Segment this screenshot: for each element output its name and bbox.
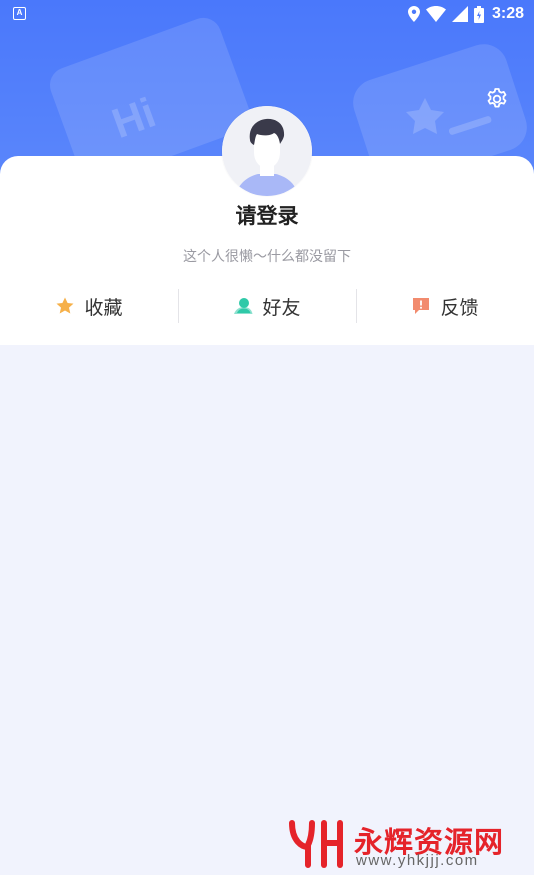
- favorites-button[interactable]: 收藏: [0, 287, 178, 325]
- app-notification-icon: A: [13, 7, 26, 20]
- signal-icon: [451, 6, 468, 22]
- friends-label: 好友: [262, 296, 301, 319]
- watermark-logo-icon: [289, 820, 343, 868]
- watermark-url: www.yhkjjj.com: [356, 852, 479, 869]
- avatar[interactable]: [222, 106, 312, 196]
- login-prompt[interactable]: 请登录: [0, 200, 534, 230]
- friends-button[interactable]: 好友: [178, 287, 356, 325]
- status-time: 3:28: [491, 5, 524, 22]
- favorites-label: 收藏: [84, 296, 123, 319]
- user-signature: 这个人很懒〜什么都没留下: [183, 249, 351, 265]
- feedback-button[interactable]: 反馈: [356, 287, 534, 325]
- watermark: 永辉资源网 www.yhkjjj.com: [286, 815, 516, 873]
- default-avatar-icon: [222, 106, 312, 196]
- star-icon: [56, 297, 74, 314]
- action-bar: 收藏 好友 反馈: [0, 287, 534, 325]
- feedback-label: 反馈: [440, 296, 479, 319]
- status-bar: A 3:28: [0, 0, 534, 28]
- wifi-icon: [425, 6, 446, 22]
- location-icon: [407, 6, 420, 22]
- status-icons: 3:28: [407, 4, 524, 24]
- gear-icon: [487, 88, 507, 108]
- settings-button[interactable]: [485, 87, 509, 111]
- battery-icon: [473, 5, 484, 23]
- friend-icon: [234, 298, 253, 314]
- feedback-icon: [413, 298, 430, 314]
